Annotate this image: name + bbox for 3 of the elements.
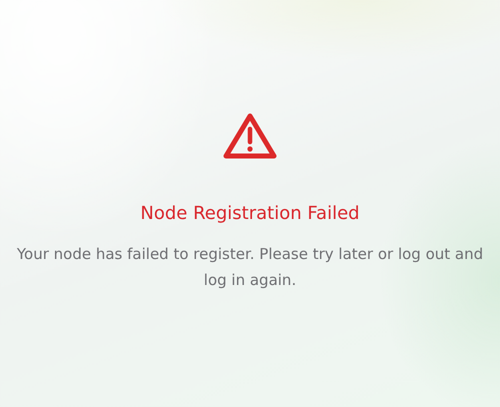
error-title: Node Registration Failed [140,202,360,226]
error-message: Your node has failed to register. Please try later or log out and log in again. [16,244,484,291]
warning-icon [222,112,278,160]
